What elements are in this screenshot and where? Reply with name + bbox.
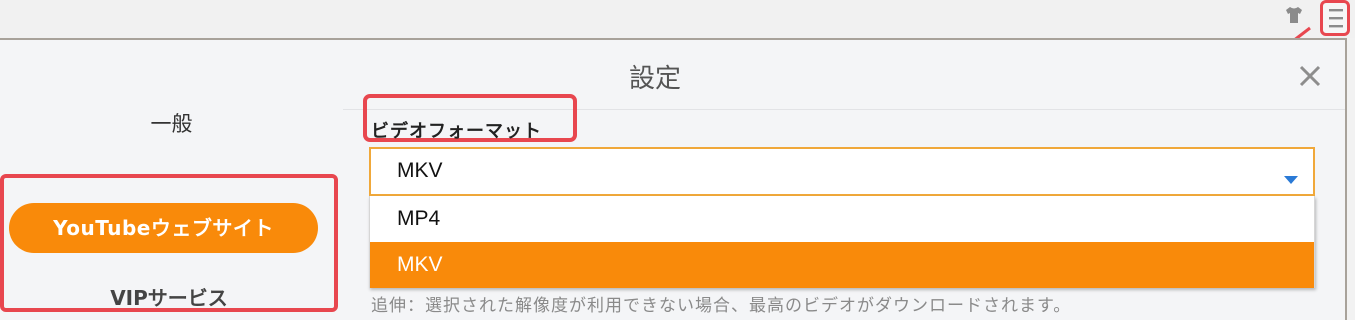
sidebar-item-vip-service[interactable]: VIPサービス [0, 282, 338, 311]
caret-down-icon [1284, 169, 1298, 188]
menu-button[interactable] [1320, 0, 1350, 36]
select-value: MKV [397, 159, 443, 182]
format-dropdown-list: MP4 MKV [369, 196, 1315, 288]
sidebar-item-youtube-website[interactable]: YouTubeウェブサイト [9, 203, 318, 253]
top-toolbar [0, 0, 1355, 60]
sidebar-item-general[interactable]: 一般 [0, 108, 343, 138]
close-icon[interactable] [1298, 64, 1322, 88]
format-option-mp4[interactable]: MP4 [370, 196, 1314, 242]
video-format-label: ビデオフォーマット [371, 121, 542, 142]
resolution-note: 追伸：選択された解像度が利用できない場合、最高のビデオがダウンロードされます。 [371, 296, 1072, 316]
video-format-select[interactable]: MKV [369, 147, 1315, 196]
format-option-mkv[interactable]: MKV [370, 242, 1314, 288]
shirt-icon[interactable] [1284, 6, 1304, 24]
